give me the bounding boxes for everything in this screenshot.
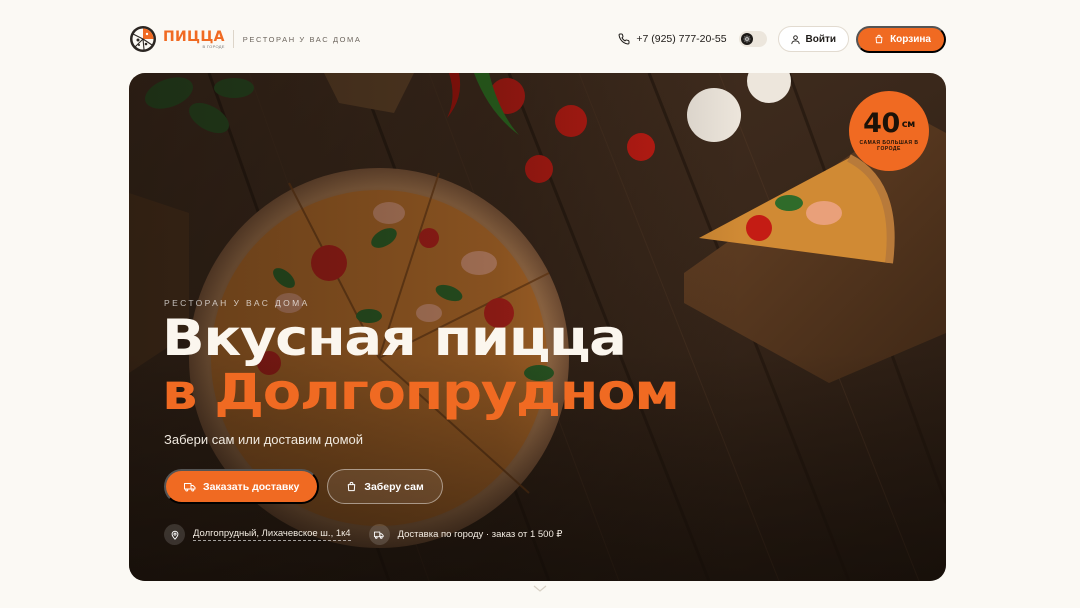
user-icon [790,34,800,44]
delivery-info-item: Доставка по городу · заказ от 1 500 ₽ [368,524,563,545]
hero-actions: Заказать доставку Заберу сам [164,469,443,504]
header-actions: +7 (925) 777-20-55 Войти Корзина [618,25,946,53]
logo[interactable]: ПИЦЦА В ГОРОДЕ [129,25,225,53]
header-divider [232,30,234,48]
sun-icon [743,35,750,43]
location-pin-icon [164,524,185,545]
login-button[interactable]: Войти [777,26,850,52]
bag-icon [875,34,883,44]
chevron-down-icon[interactable] [532,585,548,593]
truck-icon [368,524,390,545]
login-label: Войти [805,33,837,45]
bag-icon [348,481,356,492]
headline-line-1: Вкусная пицца [162,309,627,367]
address-text: Долгопрудный, Лихачевское ш., 1к4 [193,528,351,541]
site-header: ПИЦЦА В ГОРОДЕ РЕСТОРАН У ВАС ДОМА +7 (9… [129,22,946,56]
badge-number: 40 [863,108,900,139]
pickup-label: Заберу сам [364,480,424,493]
logo-subtitle: В ГОРОДЕ [202,43,225,49]
phone-icon [618,33,630,45]
hero-subtitle: Забери сам или доставим домой [164,432,364,447]
truck-icon [184,482,196,491]
header-tagline: РЕСТОРАН У ВАС ДОМА [242,34,362,44]
address-item[interactable]: Долгопрудный, Лихачевское ш., 1к4 [164,524,351,545]
hero-banner: 40 см САМАЯ БОЛЬШАЯ В ГОРОДЕ РЕСТОРАН У … [129,73,946,581]
hero-info: Долгопрудный, Лихачевское ш., 1к4 Достав… [164,524,562,545]
pickup-button[interactable]: Заберу сам [327,469,443,504]
hero-headline: Вкусная пицца в Долгопрудном [162,309,680,421]
phone-link[interactable]: +7 (925) 777-20-55 [618,33,727,45]
cart-button[interactable]: Корзина [856,25,946,53]
logo-title: ПИЦЦА [163,28,225,45]
badge-unit: см [901,119,916,130]
delivery-info-text: Доставка по городу · заказ от 1 500 ₽ [397,529,563,540]
pizza-logo-icon [130,26,156,52]
theme-toggle[interactable] [738,31,767,47]
headline-line-2: в Долгопрудном [162,363,680,421]
badge-caption: САМАЯ БОЛЬШАЯ В ГОРОДЕ [859,140,919,152]
order-delivery-label: Заказать доставку [203,480,300,493]
hero-eyebrow: РЕСТОРАН У ВАС ДОМА [164,298,310,308]
size-badge: 40 см САМАЯ БОЛЬШАЯ В ГОРОДЕ [849,91,929,171]
cart-label: Корзина [890,33,931,45]
order-delivery-button[interactable]: Заказать доставку [164,469,320,504]
phone-number: +7 (925) 777-20-55 [636,33,727,45]
